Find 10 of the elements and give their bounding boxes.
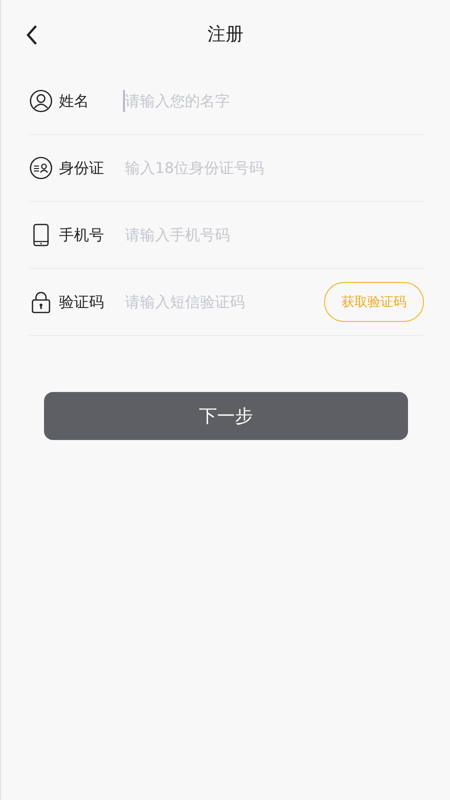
user-icon	[29, 89, 53, 113]
id-card-icon	[29, 156, 53, 180]
field-label: 手机号	[59, 226, 105, 244]
back-icon	[25, 24, 39, 46]
lock-icon	[29, 290, 53, 314]
page-title: 注册	[208, 23, 244, 46]
next-button[interactable]: 下一步	[44, 392, 408, 440]
field-label: 验证码	[59, 292, 105, 312]
field-label: 身份证	[59, 158, 105, 178]
field-label: 姓名	[59, 92, 90, 110]
